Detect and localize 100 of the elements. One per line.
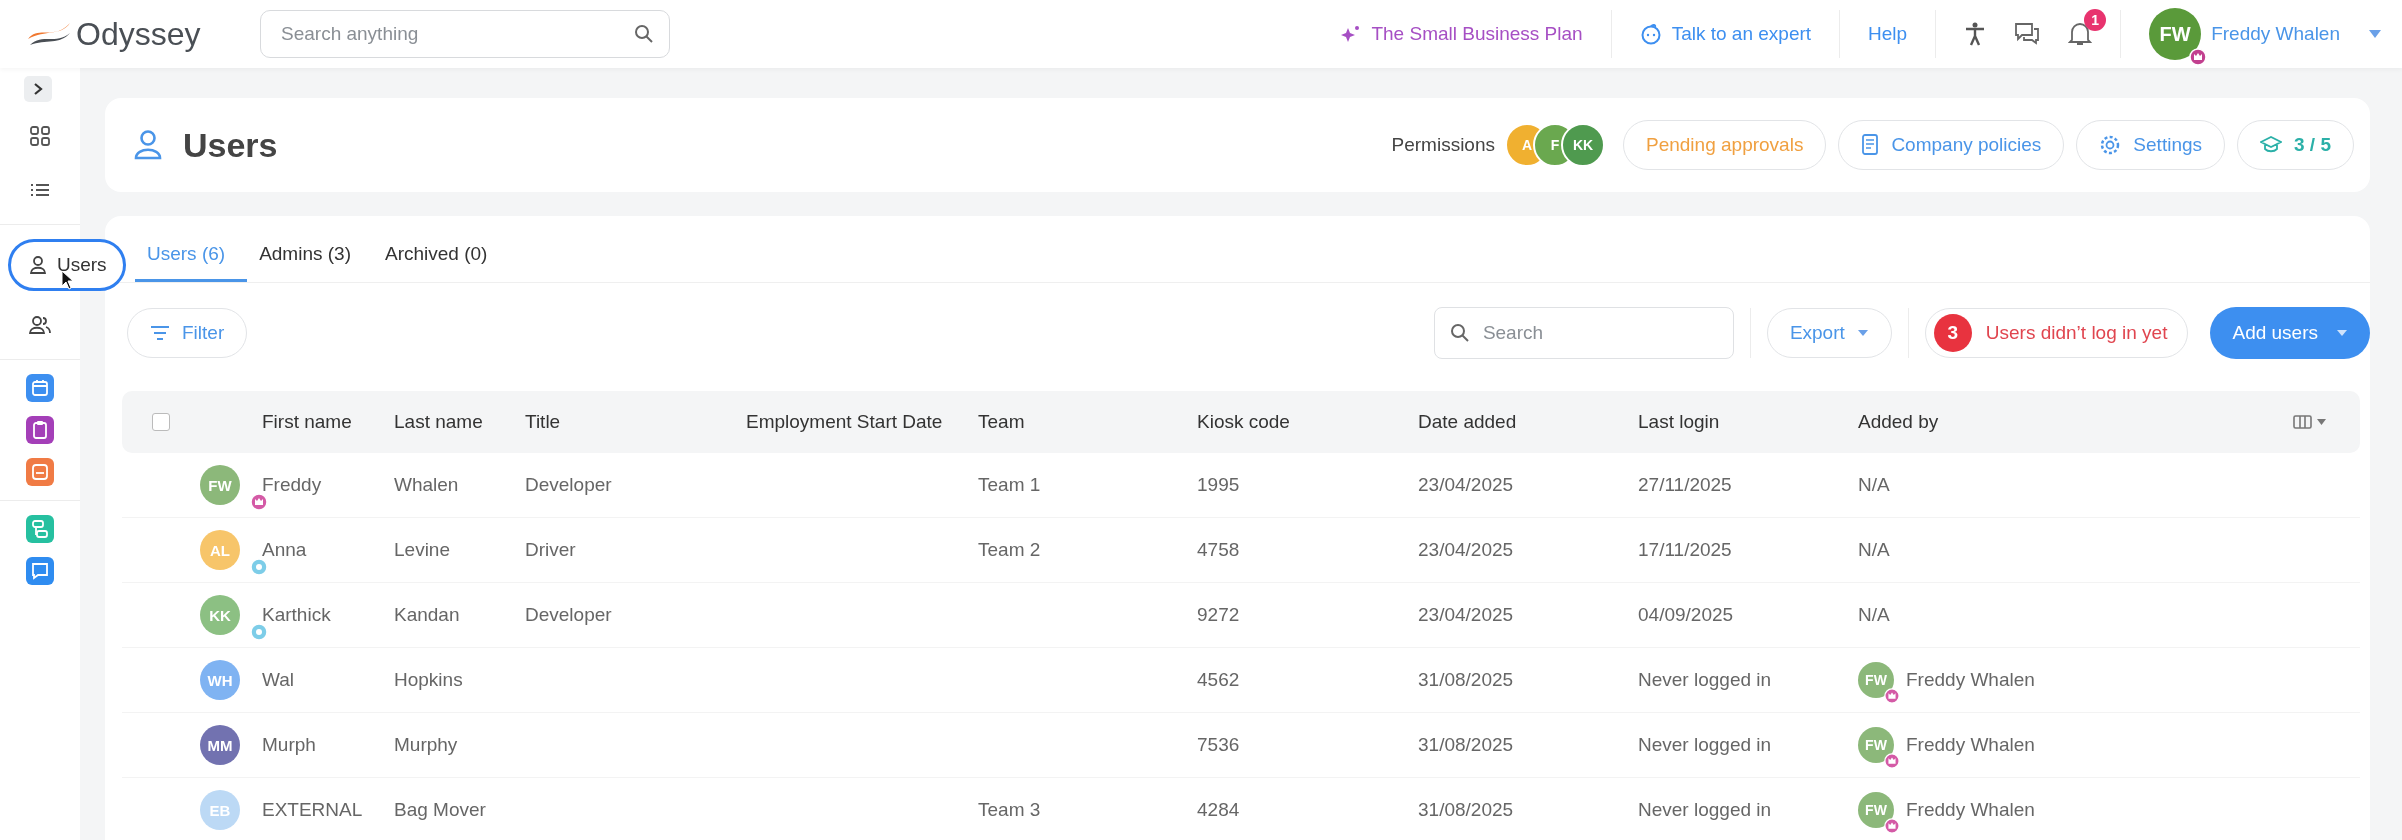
table-cell: Murphy bbox=[394, 734, 458, 755]
graduation-cap-icon bbox=[2260, 136, 2282, 154]
user-avatar: AL bbox=[200, 530, 240, 570]
notification-badge: 1 bbox=[2084, 9, 2107, 31]
person-icon bbox=[29, 255, 47, 275]
calendar-app-icon[interactable] bbox=[26, 374, 54, 402]
permissions-label: Permissions bbox=[1391, 134, 1495, 156]
avatar: KK bbox=[1561, 123, 1605, 167]
table-cell: Never logged in bbox=[1638, 734, 1772, 755]
user-name[interactable]: Freddy Whalen bbox=[2211, 23, 2340, 45]
table-cell: 4284 bbox=[1197, 799, 1240, 820]
columns-icon[interactable] bbox=[2293, 415, 2327, 429]
select-all-checkbox[interactable] bbox=[152, 413, 170, 431]
tab[interactable]: Archived (0) bbox=[373, 216, 510, 282]
settings-button[interactable]: Settings bbox=[2076, 120, 2225, 170]
column-header: Team bbox=[978, 411, 1025, 432]
column-header: Last login bbox=[1638, 411, 1720, 432]
table-cell: EXTERNAL bbox=[262, 799, 363, 820]
sparkle-icon bbox=[1341, 24, 1362, 44]
sidebar-item[interactable]: Users bbox=[8, 239, 126, 291]
help-link[interactable]: Help bbox=[1868, 23, 1908, 45]
crown-icon bbox=[1884, 818, 1900, 834]
bell-icon[interactable] bbox=[2068, 21, 2093, 47]
search-icon bbox=[634, 24, 654, 44]
add-users-button[interactable]: Add users bbox=[2210, 307, 2370, 359]
search-field[interactable]: Search anything bbox=[260, 10, 670, 58]
table-cell: 31/08/2025 bbox=[1418, 734, 1514, 755]
table-cell: Team 3 bbox=[978, 799, 1041, 820]
user-avatar: WH bbox=[200, 660, 240, 700]
user-avatar: FW bbox=[200, 465, 240, 505]
table-cell: Freddy Whalen bbox=[1906, 734, 2035, 756]
filter-icon bbox=[150, 325, 170, 341]
table-cell: Hopkins bbox=[394, 669, 463, 690]
table-cell: Developer bbox=[525, 604, 612, 625]
caret-icon[interactable] bbox=[2368, 29, 2382, 39]
list-icon bbox=[30, 182, 50, 198]
crown-icon bbox=[1884, 753, 1900, 769]
table-cell: 17/11/2025 bbox=[1638, 539, 1732, 560]
chevron-right-icon bbox=[33, 82, 43, 96]
table-cell: 04/09/2025 bbox=[1638, 604, 1734, 625]
table-cell: 7536 bbox=[1197, 734, 1240, 755]
face-icon bbox=[1639, 23, 1662, 45]
table-cell: N/A bbox=[1858, 604, 1890, 626]
table-cell: Freddy Whalen bbox=[1906, 669, 2035, 691]
chat-app-icon[interactable] bbox=[26, 557, 54, 585]
table-cell: 1995 bbox=[1197, 474, 1240, 495]
user-avatar[interactable]: FW bbox=[2149, 8, 2202, 60]
filter-button[interactable]: Filter bbox=[127, 308, 248, 358]
table-cell: Kandan bbox=[394, 604, 460, 625]
user-avatar: KK bbox=[200, 595, 240, 635]
plan-link[interactable]: The Small Business Plan bbox=[1341, 23, 1583, 45]
crown-icon bbox=[250, 493, 268, 511]
clipboard-app-icon[interactable] bbox=[26, 416, 54, 444]
expand-button[interactable] bbox=[24, 76, 52, 102]
table-cell: N/A bbox=[1858, 539, 1890, 561]
settings-icon bbox=[2099, 134, 2122, 156]
table-cell: 23/04/2025 bbox=[1418, 604, 1514, 625]
pending-button[interactable]: Pending approvals bbox=[1623, 120, 1827, 170]
table-cell: 23/04/2025 bbox=[1418, 474, 1514, 495]
person-icon bbox=[133, 129, 163, 161]
chat-icon[interactable] bbox=[2014, 22, 2041, 46]
not-logged-in-button[interactable]: 3 Users didn’t log in yet bbox=[1924, 308, 2189, 358]
user-avatar: MM bbox=[200, 725, 240, 765]
table-cell: Never logged in bbox=[1638, 799, 1772, 820]
tab[interactable]: Admins (3) bbox=[247, 216, 373, 282]
crown-icon bbox=[1884, 688, 1900, 704]
user-avatar: FW bbox=[1858, 662, 1894, 698]
export-button[interactable]: Export bbox=[1766, 308, 1892, 358]
table-cell: Team 1 bbox=[978, 474, 1041, 495]
progress-button[interactable]: 3 / 5 bbox=[2237, 120, 2354, 170]
user-avatar: FW bbox=[1858, 792, 1894, 828]
table-cell: 31/08/2025 bbox=[1418, 669, 1514, 690]
square-app-icon[interactable] bbox=[26, 458, 54, 486]
table-cell: Murph bbox=[262, 734, 316, 755]
member-badge-icon bbox=[250, 558, 268, 576]
people-icon bbox=[28, 315, 52, 335]
table-cell: Wal bbox=[262, 669, 295, 690]
table-cell: 4562 bbox=[1197, 669, 1240, 690]
table-cell: 9272 bbox=[1197, 604, 1240, 625]
user-avatar: EB bbox=[200, 790, 240, 830]
column-header: Date added bbox=[1418, 411, 1517, 432]
search-icon bbox=[1449, 323, 1470, 343]
table-cell: Freddy bbox=[262, 474, 322, 495]
table-cell: 27/11/2025 bbox=[1638, 474, 1732, 495]
grid-icon bbox=[30, 126, 50, 146]
accessibility-icon[interactable] bbox=[1964, 22, 1987, 46]
member-badge-icon bbox=[250, 623, 268, 641]
table-cell: Karthick bbox=[262, 604, 331, 625]
column-header: Last name bbox=[394, 411, 483, 432]
table-cell: Levine bbox=[394, 539, 450, 560]
policies-button[interactable]: Company policies bbox=[1838, 120, 2065, 170]
tab[interactable]: Users (6) bbox=[135, 216, 248, 282]
table-cell: Never logged in bbox=[1638, 669, 1772, 690]
expert-link[interactable]: Talk to an expert bbox=[1639, 23, 1812, 45]
column-header: Title bbox=[525, 411, 561, 432]
logo-text: Odyssey bbox=[76, 15, 201, 53]
search-field[interactable]: Search bbox=[1433, 307, 1734, 359]
table-cell: Anna bbox=[262, 539, 307, 560]
table-cell: N/A bbox=[1858, 474, 1890, 496]
table-cell: 4758 bbox=[1197, 539, 1240, 560]
